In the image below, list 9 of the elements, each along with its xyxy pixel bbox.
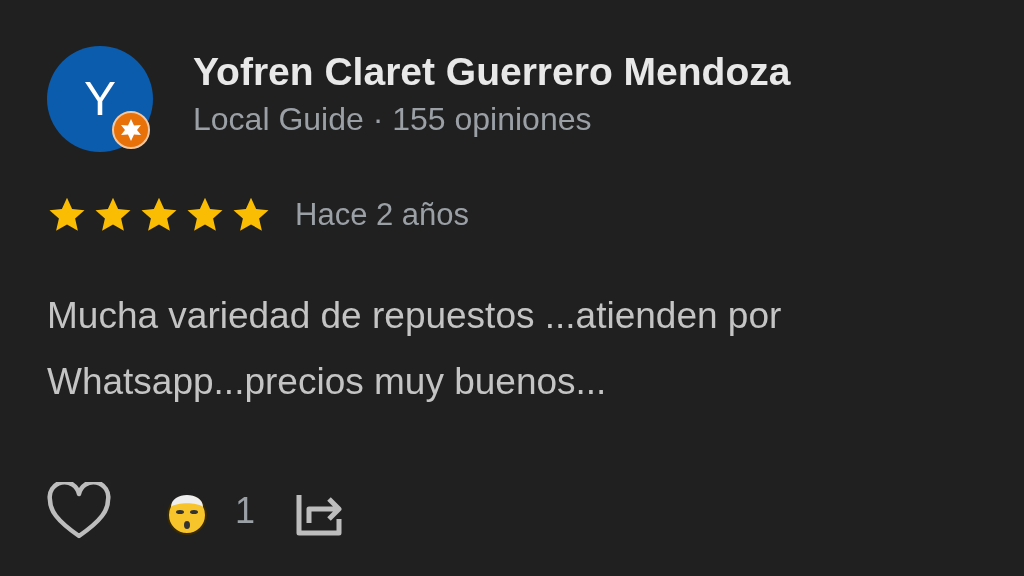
author-name[interactable]: Yofren Claret Guerrero Mendoza bbox=[193, 48, 791, 96]
reviewer-meta: Local Guide · 155 opiniones bbox=[193, 100, 593, 139]
heart-icon bbox=[46, 481, 112, 540]
avatar[interactable]: Y bbox=[47, 46, 153, 152]
review-text: Mucha variedad de repuestos ...atienden por Whatsapp...precios muy buenos... bbox=[47, 293, 783, 404]
avatar-initial: Y bbox=[84, 75, 116, 123]
review-time: Hace 2 años bbox=[295, 196, 470, 234]
like-button[interactable] bbox=[45, 480, 113, 541]
reaction-button[interactable]: 1 bbox=[161, 483, 256, 538]
